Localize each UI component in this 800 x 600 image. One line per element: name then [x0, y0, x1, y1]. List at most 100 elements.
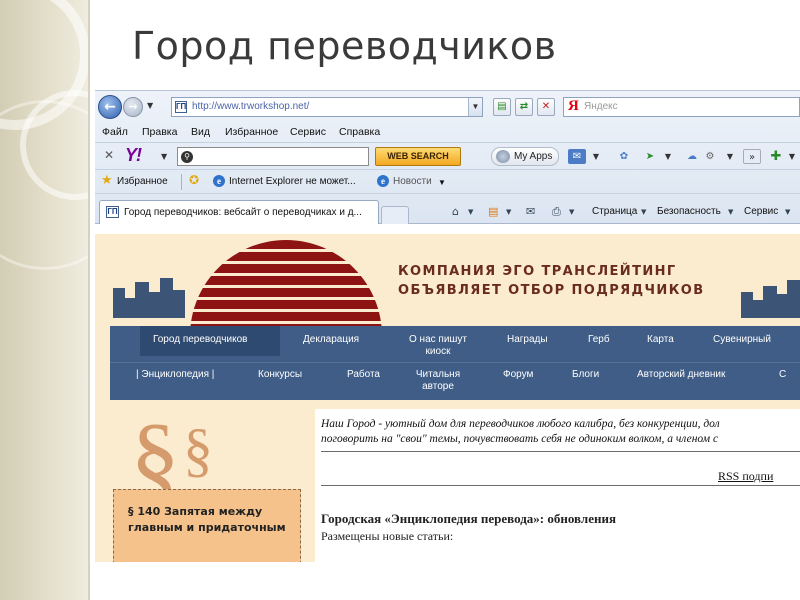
favorites-star-icon[interactable]: ★ — [101, 173, 113, 188]
favorite-link-news[interactable]: Новости — [393, 176, 432, 187]
address-bar-row: ← → ▼ ГП http://www.trworkshop.net/ ▼ ▤ … — [95, 91, 800, 123]
menu-tools[interactable]: Сервис — [290, 126, 326, 138]
back-button[interactable]: ← — [98, 95, 122, 119]
menu-bar: Файл Правка Вид Избранное Сервис Справка — [95, 123, 800, 143]
settings-dropdown[interactable]: ▼ — [721, 149, 739, 164]
bookmarks-dropdown[interactable]: ▼ — [659, 149, 677, 164]
menu-favorites[interactable]: Избранное — [225, 126, 278, 138]
nav-declaration[interactable]: Декларация — [303, 334, 359, 346]
intro-text: Наш Город - уютный дом для переводчиков … — [321, 417, 799, 447]
intro-line-1: Наш Город - уютный дом для переводчиков … — [321, 418, 720, 430]
nav-forum[interactable]: Форум — [503, 369, 533, 381]
main-content: Наш Город - уютный дом для переводчиков … — [315, 409, 800, 562]
history-dropdown[interactable]: ▼ — [147, 101, 153, 110]
tab-active[interactable]: ГП Город переводчиков: вебсайт о перевод… — [99, 200, 379, 224]
feeds-dropdown[interactable]: ▼ — [506, 208, 511, 216]
nav-souvenir[interactable]: Сувенирный — [713, 334, 771, 346]
update-heading[interactable]: Городская «Энциклопедия перевода»: обнов… — [321, 511, 616, 527]
banner-headline-2[interactable]: ОБЪЯВЛЯЕТ ОТБОР ПОДРЯДЧИКОВ — [398, 283, 705, 298]
tab-title: Город переводчиков: вебсайт о переводчик… — [124, 207, 362, 218]
slide-divider — [88, 0, 90, 600]
section-sign-small: § — [183, 417, 213, 483]
yandex-logo-icon: Я — [568, 98, 579, 114]
security-menu[interactable]: Безопасность — [657, 206, 721, 217]
menu-edit[interactable]: Правка — [142, 126, 177, 138]
more-tools-icon[interactable]: » — [743, 149, 761, 164]
slide-title: Город переводчиков — [132, 24, 557, 68]
menu-help[interactable]: Справка — [339, 126, 380, 138]
address-url: http://www.trworkshop.net/ — [192, 101, 310, 112]
stop-icon[interactable]: ✕ — [537, 98, 555, 116]
web-page: КОМПАНИЯ ЭГО ТРАНСЛЕЙТИНГ ОБЪЯВЛЯЕТ ОТБО… — [95, 234, 800, 562]
read-mail-icon[interactable]: ✉ — [526, 205, 535, 218]
nav-blogs[interactable]: Блоги — [572, 369, 599, 381]
favorites-bar: ★ Избранное ✪ e Internet Explorer не мож… — [95, 170, 800, 194]
nav-awards[interactable]: Награды — [507, 334, 548, 346]
print-dropdown[interactable]: ▼ — [569, 208, 574, 216]
yandex-search-input[interactable]: Я Яндекс — [563, 97, 800, 117]
ie-page-icon: e — [213, 175, 225, 187]
refresh-icon[interactable]: ⇄ — [515, 98, 533, 116]
nav-encyclopedia[interactable]: | Энциклопедия | — [136, 369, 214, 381]
nav-city[interactable]: Город переводчиков — [153, 334, 247, 346]
nav-work[interactable]: Работа — [347, 369, 380, 381]
home-dropdown[interactable]: ▼ — [468, 208, 473, 216]
my-apps-button[interactable]: My Apps — [491, 147, 560, 166]
security-dropdown[interactable]: ▼ — [728, 208, 733, 216]
banner-headline-1[interactable]: КОМПАНИЯ ЭГО ТРАНСЛЕЙТИНГ — [398, 264, 677, 279]
ie-page-icon: e — [377, 175, 389, 187]
toolbar-divider — [181, 174, 182, 190]
search-icon: ⚲ — [181, 151, 193, 163]
yahoo-logo-icon[interactable]: Y! — [125, 145, 142, 166]
page-menu[interactable]: Страница — [592, 206, 637, 217]
add-favorite-icon[interactable]: ✪ — [189, 173, 199, 187]
site-navbar: Город переводчиков Декларация О нас пишу… — [110, 326, 800, 400]
apps-icon — [496, 150, 510, 163]
weather-icon[interactable]: ☁ — [683, 149, 701, 164]
mail-dropdown[interactable]: ▼ — [587, 149, 605, 164]
slide-side-decoration — [0, 0, 88, 600]
nav-more[interactable]: С — [779, 369, 786, 381]
menu-file[interactable]: Файл — [102, 126, 128, 138]
intro-line-2: поговорить на "свои" темы, почувствовать… — [321, 433, 719, 445]
page-dropdown[interactable]: ▼ — [641, 208, 646, 216]
web-search-button[interactable]: WEB SEARCH — [375, 147, 461, 166]
nav-reading-room[interactable]: Читальня авторе — [410, 369, 466, 393]
yahoo-dropdown[interactable]: ▼ — [161, 152, 167, 161]
forward-button[interactable]: → — [123, 97, 143, 117]
feeds-icon[interactable]: ▤ — [488, 205, 498, 218]
tools-menu[interactable]: Сервис — [744, 206, 778, 217]
tab-bar: ГП Город переводчиков: вебсайт о перевод… — [95, 194, 800, 224]
yahoo-toolbar: ✕ Y! ▼ ⚲ WEB SEARCH My Apps ✉ ▼ ✿ ➤ ▼ ☁ … — [95, 143, 800, 170]
add-dropdown[interactable]: ▼ — [783, 149, 800, 164]
address-bar[interactable]: ГП http://www.trworkshop.net/ ▼ — [171, 97, 483, 117]
messenger-icon[interactable]: ✿ — [615, 149, 633, 164]
nav-coat-of-arms[interactable]: Герб — [588, 334, 610, 346]
rss-link[interactable]: RSS подпи — [718, 469, 773, 484]
update-subtitle: Размещены новые статьи: — [321, 529, 454, 543]
divider — [321, 485, 800, 486]
nav-map[interactable]: Карта — [647, 334, 674, 346]
mail-icon[interactable]: ✉ — [568, 149, 586, 164]
favorite-link-ie[interactable]: Internet Explorer не может... — [229, 176, 356, 187]
bookmarks-icon[interactable]: ➤ — [641, 149, 659, 164]
yahoo-search-input[interactable]: ⚲ — [177, 147, 369, 166]
settings-icon[interactable]: ⚙ — [701, 149, 719, 164]
news-dropdown[interactable]: ▼ — [438, 178, 446, 187]
nav-contests[interactable]: Конкурсы — [258, 369, 302, 381]
encyclopedia-box[interactable]: § 140 Запятая между главным и придаточны… — [113, 489, 301, 562]
menu-view[interactable]: Вид — [191, 126, 210, 138]
print-icon[interactable]: ⎙ — [552, 205, 561, 219]
favorites-button[interactable]: Избранное — [117, 176, 168, 187]
site-favicon: ГП — [106, 206, 119, 218]
close-toolbar-icon[interactable]: ✕ — [104, 148, 114, 162]
address-dropdown[interactable]: ▼ — [468, 98, 482, 116]
divider — [321, 451, 800, 452]
new-tab-button[interactable] — [381, 206, 409, 224]
home-icon[interactable]: ⌂ — [452, 205, 459, 218]
compatibility-icon[interactable]: ▤ — [493, 98, 511, 116]
nav-authors-diary[interactable]: Авторский дневник — [637, 369, 725, 381]
encyclopedia-box-text: § 140 Запятая между главным и придаточны… — [128, 505, 286, 534]
tools-dropdown[interactable]: ▼ — [785, 208, 790, 216]
nav-press[interactable]: О нас пишут киоск — [402, 334, 474, 358]
